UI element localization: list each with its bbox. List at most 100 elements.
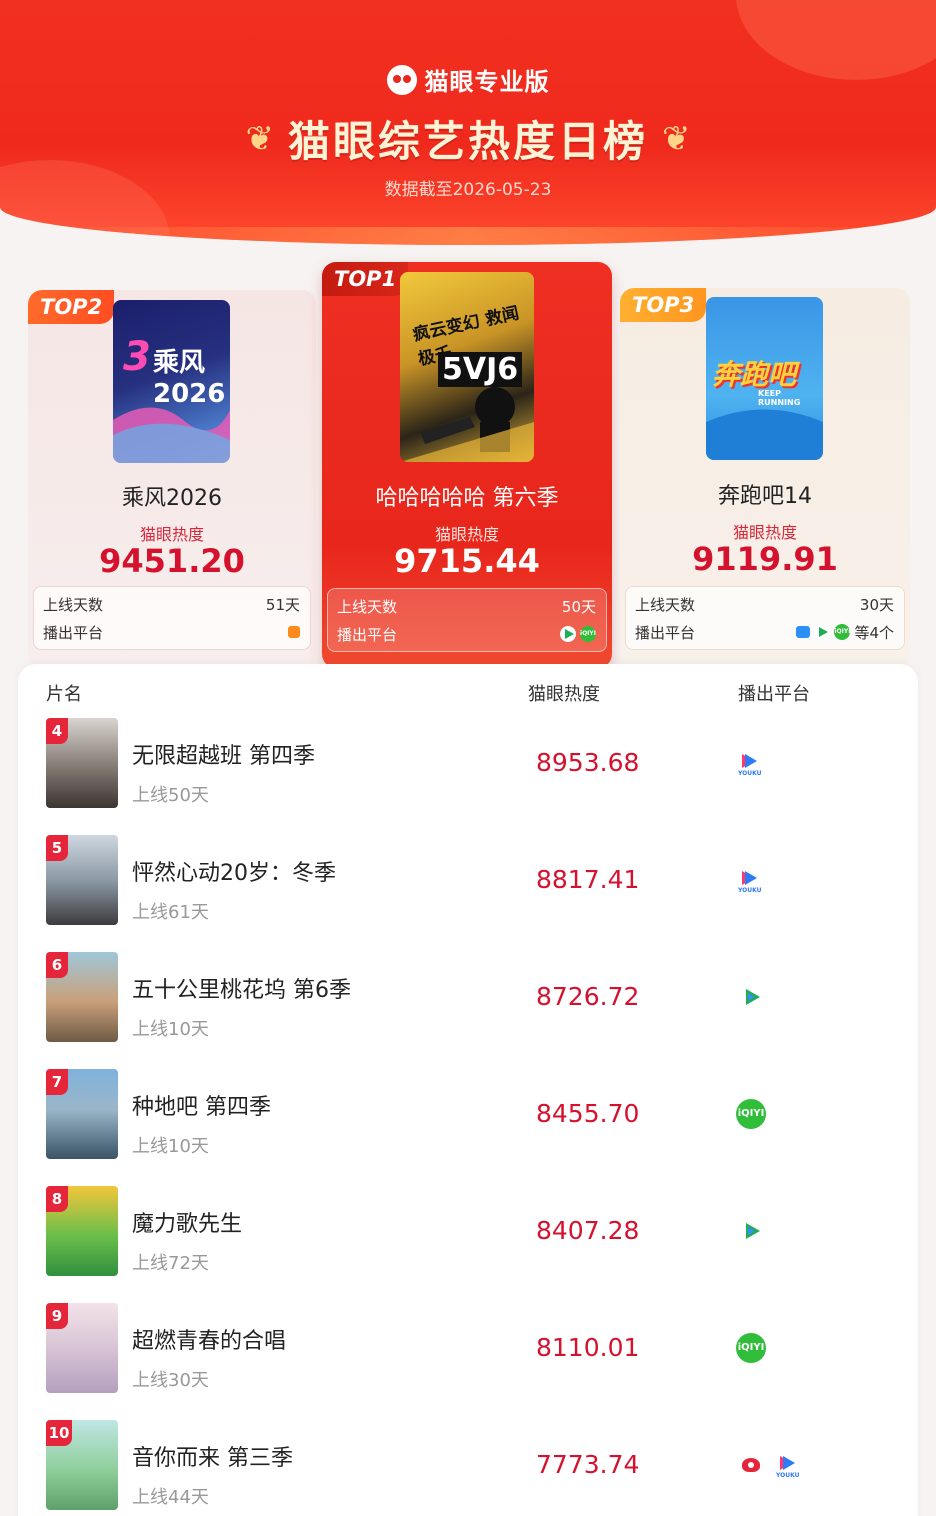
list-item[interactable]: 6 五十公里桃花坞 第6季 上线10天 8726.72 — [18, 952, 918, 1069]
platform-icons: iQIYI — [736, 1099, 766, 1129]
platform-label: 播出平台 — [337, 625, 398, 644]
top3-card[interactable]: TOP3 奔跑吧 KEEP RUNNING 奔跑吧14 猫眼热度 9119.91… — [620, 288, 910, 668]
poster-subtitle: KEEP RUNNING — [758, 389, 801, 407]
show-title: 五十公里桃花坞 第6季 — [132, 978, 351, 1003]
rank-badge: 9 — [46, 1303, 68, 1329]
rank-tag: TOP2 — [28, 290, 115, 324]
rank-tag: TOP3 — [620, 288, 707, 322]
online-days: 上线50天 — [132, 785, 209, 806]
poster-image[interactable]: 奔跑吧 KEEP RUNNING — [706, 297, 823, 460]
rank-badge: 10 — [46, 1420, 72, 1446]
poster-thumb: 9 — [46, 1303, 118, 1393]
days-value: 30天 — [859, 595, 894, 614]
heat-value: 8110.01 — [536, 1333, 640, 1362]
heat-value: 8953.68 — [536, 748, 640, 777]
platform-label: 播出平台 — [635, 623, 696, 642]
platform-icons — [736, 982, 766, 1012]
platform-icons — [736, 748, 766, 778]
heat-value: 8407.28 — [536, 1216, 640, 1245]
rank-badge: 8 — [46, 1186, 68, 1212]
tencent-video-icon — [736, 1216, 766, 1246]
heat-value: 7773.74 — [536, 1450, 640, 1479]
iqiyi-icon: iQIYI — [834, 624, 851, 640]
days-row: 上线天数 50天 — [337, 592, 596, 620]
header-decoration — [0, 227, 936, 245]
svg-text:3: 3 — [123, 334, 151, 380]
list-item[interactable]: 5 怦然心动20岁：冬季 上线61天 8817.41 — [18, 835, 918, 952]
info-box: 上线天数 51天 播出平台 — [33, 586, 311, 650]
info-box: 上线天数 30天 播出平台 iQIYI 等4个 — [625, 586, 905, 650]
top2-card[interactable]: TOP2 3 乘风2026 乘风2026 猫眼热度 9451.20 上线天数 5… — [28, 290, 316, 668]
poster-title: 乘风2026 — [153, 348, 226, 409]
online-days: 上线10天 — [132, 1019, 209, 1040]
platform-icons — [288, 626, 300, 638]
rank-badge: 4 — [46, 718, 68, 744]
poster-thumb: 10 — [46, 1420, 118, 1510]
platform-more: 等4个 — [854, 623, 894, 642]
tencent-video-icon — [560, 626, 576, 642]
platform-row: 播出平台 — [43, 618, 300, 646]
show-name: 哈哈哈哈哈 第六季 — [375, 486, 559, 511]
online-days: 上线30天 — [132, 1370, 209, 1391]
days-label: 上线天数 — [635, 595, 696, 614]
list-item[interactable]: 7 种地吧 第四季 上线10天 8455.70 iQIYI — [18, 1069, 918, 1186]
show-title: 魔力歌先生 — [132, 1212, 243, 1237]
top1-card[interactable]: TOP1 疯云变幻 救闻极千 5VJ6 哈哈哈哈哈 第六季 猫眼热度 9715.… — [322, 262, 612, 668]
show-title: 音你而来 第三季 — [132, 1446, 293, 1471]
platform-label: 播出平台 — [43, 623, 104, 642]
days-row: 上线天数 51天 — [43, 590, 300, 618]
heat-value: 8726.72 — [536, 982, 640, 1011]
info-box: 上线天数 50天 播出平台 iQIYI — [327, 588, 607, 652]
ranking-list: 片名 猫眼热度 播出平台 4 无限超越班 第四季 上线50天 8953.68 5… — [18, 664, 918, 1516]
show-title: 超燃青春的合唱 — [132, 1329, 287, 1354]
platform-icons — [736, 1216, 766, 1246]
poster-thumb: 5 — [46, 835, 118, 925]
platform-icons: iQIYI 等4个 — [796, 622, 894, 643]
online-days: 上线10天 — [132, 1136, 209, 1157]
youku-icon — [736, 865, 766, 895]
platform-icons: iQIYI — [736, 1333, 766, 1363]
page-header: 猫眼专业版 ❦ 猫眼综艺热度日榜 ❦ 数据截至2026-05-23 — [0, 0, 936, 245]
heat-value: 8817.41 — [536, 865, 640, 894]
heat-value: 9119.91 — [692, 540, 838, 578]
rank-badge: 7 — [46, 1069, 68, 1095]
list-item[interactable]: 10 音你而来 第三季 上线44天 7773.74 — [18, 1420, 918, 1516]
list-item[interactable]: 8 魔力歌先生 上线72天 8407.28 — [18, 1186, 918, 1303]
tencent-video-icon — [736, 982, 766, 1012]
poster-image[interactable]: 3 乘风2026 — [113, 300, 230, 463]
days-label: 上线天数 — [337, 597, 398, 616]
list-item[interactable]: 9 超燃青春的合唱 上线30天 8110.01 iQIYI — [18, 1303, 918, 1420]
poster-thumb: 6 — [46, 952, 118, 1042]
youku-icon — [736, 748, 766, 778]
days-row: 上线天数 30天 — [635, 590, 894, 618]
platform-row: 播出平台 iQIYI 等4个 — [635, 618, 894, 646]
column-heat: 猫眼热度 — [528, 684, 600, 705]
youku-icon — [774, 1450, 804, 1480]
data-date: 数据截至2026-05-23 — [384, 180, 552, 200]
poster-thumb: 4 — [46, 718, 118, 808]
iqiyi-icon: iQIYI — [736, 1333, 766, 1363]
days-value: 50天 — [561, 597, 596, 616]
poster-title: 奔跑吧 — [712, 358, 797, 391]
platform-icons — [736, 1450, 804, 1480]
poster-image[interactable]: 疯云变幻 救闻极千 5VJ6 — [400, 272, 534, 462]
page-title-wrap: ❦ 猫眼综艺热度日榜 ❦ — [0, 108, 936, 169]
poster-thumb: 7 — [46, 1069, 118, 1159]
tencent-video-icon — [814, 624, 831, 640]
heat-value: 9715.44 — [394, 542, 540, 580]
rank-badge: 6 — [46, 952, 68, 978]
platform-icons — [736, 865, 766, 895]
iqiyi-icon: iQIYI — [736, 1099, 766, 1129]
poster-logo-text: 5VJ6 — [438, 352, 523, 387]
online-days: 上线61天 — [132, 902, 209, 923]
column-name: 片名 — [46, 684, 82, 705]
list-item[interactable]: 4 无限超越班 第四季 上线50天 8953.68 — [18, 718, 918, 835]
online-days: 上线72天 — [132, 1253, 209, 1274]
days-label: 上线天数 — [43, 595, 104, 614]
days-value: 51天 — [265, 595, 300, 614]
poster-thumb: 8 — [46, 1186, 118, 1276]
mgtv-icon — [288, 626, 300, 638]
platform-icons: iQIYI — [560, 626, 596, 642]
brand-name: 猫眼专业版 — [424, 68, 550, 96]
laurel-left-icon: ❦ — [245, 118, 274, 159]
